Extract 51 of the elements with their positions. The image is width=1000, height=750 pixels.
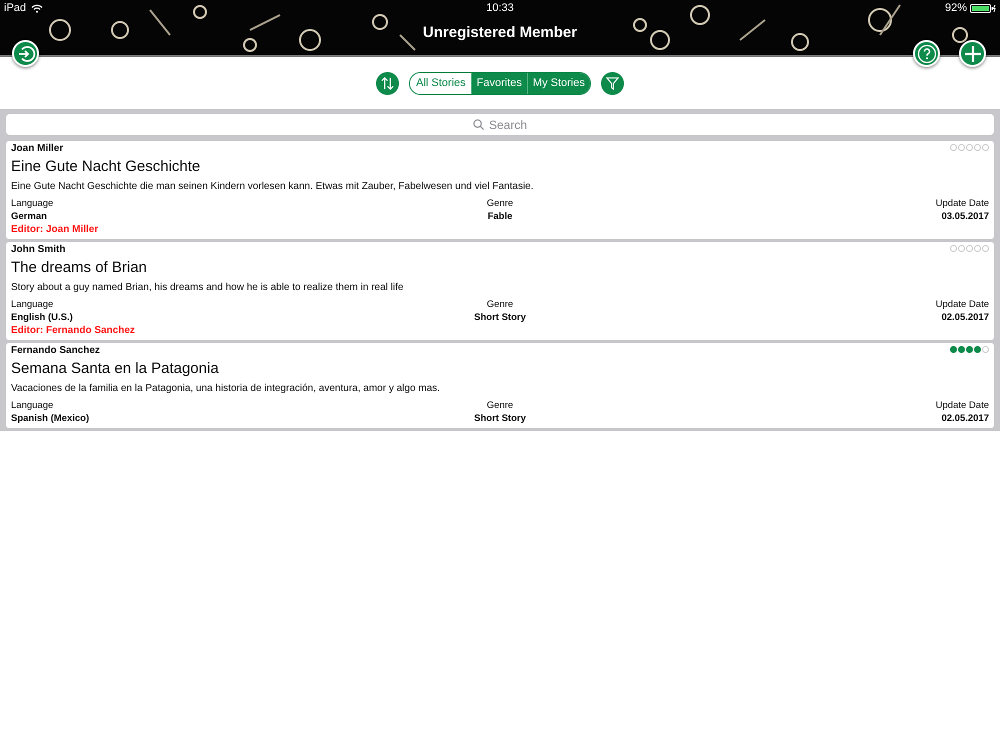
- author-name: Joan Miller: [11, 143, 64, 154]
- login-button[interactable]: [12, 40, 39, 67]
- sort-button[interactable]: [376, 72, 400, 94]
- search-icon: [472, 119, 484, 130]
- filter-tab[interactable]: Favorites: [470, 72, 527, 94]
- story-title: The dreams of Brian: [11, 259, 148, 276]
- story-description: Story about a guy named Brian, his dreams and how he is able to realize them in real life: [11, 282, 404, 293]
- story-card[interactable]: [6, 343, 994, 428]
- battery-percent: 92%: [944, 2, 967, 14]
- author-name: Fernando Sanchez: [11, 345, 100, 356]
- clock: 10:33: [486, 2, 514, 14]
- help-icon: [916, 44, 936, 64]
- genre-value: Short Story: [474, 312, 526, 323]
- language-value: English (U.S.): [11, 312, 74, 323]
- genre-label: Genre: [486, 299, 514, 310]
- battery-icon: [970, 4, 996, 12]
- story-title: Eine Gute Nacht Geschichte: [11, 158, 202, 175]
- genre-label: Genre: [486, 198, 514, 209]
- filter-button[interactable]: [600, 72, 624, 94]
- language-value: German: [11, 211, 48, 222]
- genre-label: Genre: [486, 400, 514, 411]
- wifi-icon: [31, 4, 44, 12]
- language-label: Language: [11, 198, 54, 209]
- story-description: Eine Gute Nacht Geschichte die man seinen Kindern vorlesen kann. Etwas mit Zauber, Fabelwesen und viel Fantasie.: [11, 181, 535, 192]
- story-card[interactable]: [6, 141, 994, 239]
- help-button[interactable]: [913, 40, 940, 67]
- carrier-label: iPad: [4, 2, 26, 14]
- date-label: Update Date: [936, 299, 989, 310]
- genre-value: Fable: [488, 211, 512, 222]
- author-name: John Smith: [11, 244, 66, 255]
- date-value: 03.05.2017: [941, 211, 989, 222]
- plus-icon: [962, 44, 982, 64]
- story-title: Semana Santa en la Patagonia: [11, 360, 220, 377]
- language-value: Spanish (Mexico): [11, 413, 90, 424]
- genre-value: Short Story: [474, 413, 526, 424]
- date-value: 02.05.2017: [941, 312, 989, 323]
- search-placeholder: Search: [488, 118, 528, 132]
- filter-tab[interactable]: My Stories: [526, 72, 590, 94]
- editor-name: Editor: Joan Miller: [11, 224, 100, 235]
- story-description: Vacaciones de la familia en la Patagonia, una historia de integración, aventura, amor y algo mas.: [11, 383, 441, 394]
- window-title: Unregistered Member: [422, 24, 578, 41]
- date-label: Update Date: [936, 400, 989, 411]
- add-button[interactable]: [959, 40, 986, 67]
- language-label: Language: [11, 299, 54, 310]
- filter-icon: [604, 76, 620, 90]
- search-field[interactable]: Search: [6, 114, 994, 135]
- sort-icon: [380, 76, 396, 90]
- date-label: Update Date: [936, 198, 989, 209]
- date-value: 02.05.2017: [941, 413, 989, 424]
- language-label: Language: [11, 400, 54, 411]
- editor-name: Editor: Fernando Sanchez: [11, 325, 136, 336]
